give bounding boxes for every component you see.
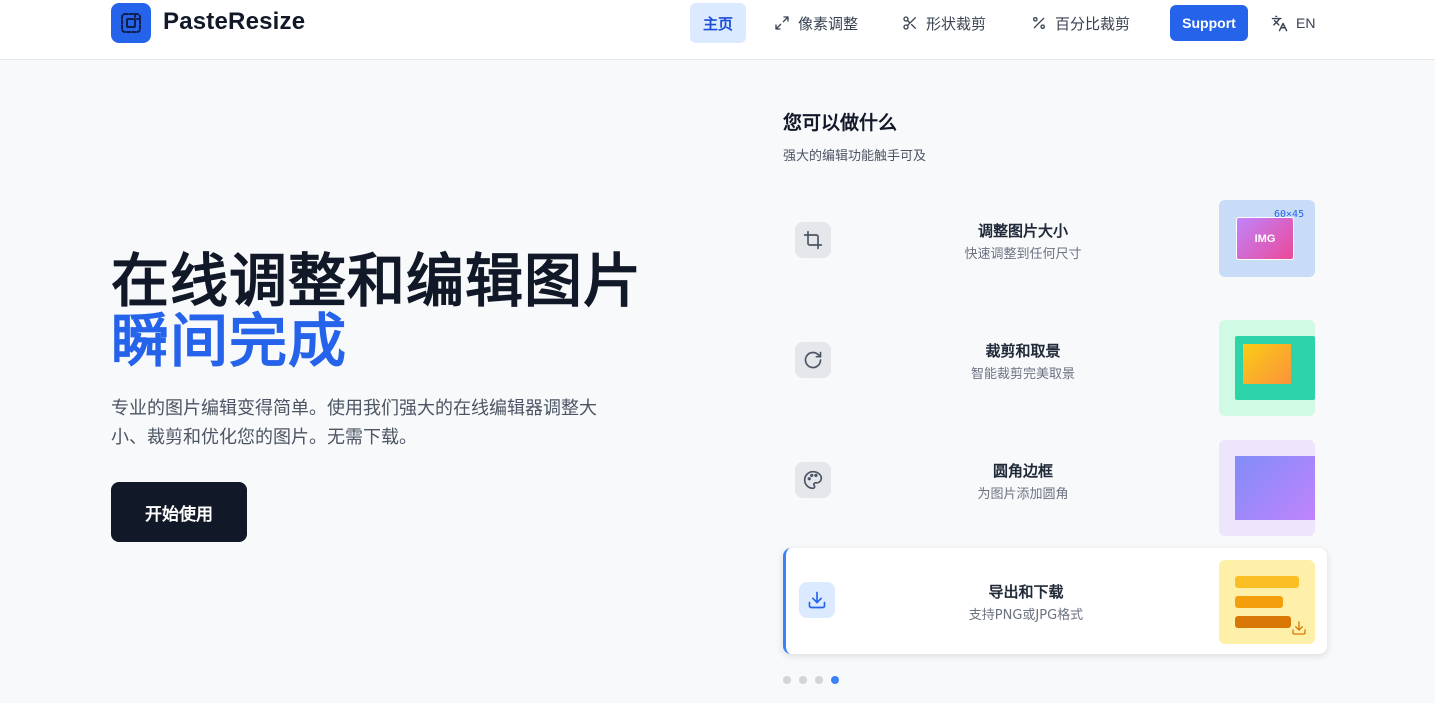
nav-shape-crop[interactable]: 形状裁剪 xyxy=(902,3,986,43)
nav-shape-crop-label: 形状裁剪 xyxy=(926,14,987,33)
feature-title: 调整图片大小 xyxy=(977,222,1068,240)
percent-icon xyxy=(1033,17,1045,29)
feature-desc: 快速调整到任何尺寸 xyxy=(964,247,1082,262)
feature-desc: 智能裁剪完美取景 xyxy=(970,367,1075,382)
feature-title: 导出和下载 xyxy=(988,583,1064,601)
rotate-icon xyxy=(795,342,831,378)
scissors-icon xyxy=(903,16,916,30)
top-header: PasteResize 主页 像素调整 形状裁剪 百分比裁剪 Support E… xyxy=(0,0,1435,60)
nav-percent-crop[interactable]: 百分比裁剪 xyxy=(1031,3,1130,43)
nav-percent-crop-label: 百分比裁剪 xyxy=(1055,14,1131,33)
export-bar xyxy=(1235,576,1299,588)
feature-title: 裁剪和取景 xyxy=(985,342,1061,360)
nav-pixel-resize-label: 像素调整 xyxy=(798,14,859,33)
feature-desc: 支持PNG或JPG格式 xyxy=(968,608,1084,623)
expand-icon xyxy=(775,16,789,30)
export-bar xyxy=(1235,596,1283,608)
hero-description: 专业的图片编辑变得简单。使用我们强大的在线编辑器调整大小、裁剪和优化您的图片。无… xyxy=(111,398,597,448)
features-subtitle: 强大的编辑功能触手可及 xyxy=(783,149,927,164)
feature-card-resize[interactable]: 调整图片大小 快速调整到任何尺寸 IMG 60×45 xyxy=(783,200,1327,306)
carousel-dot[interactable] xyxy=(799,676,807,684)
get-started-button[interactable]: 开始使用 xyxy=(111,482,247,542)
feature-title: 圆角边框 xyxy=(992,462,1053,480)
export-thumbnail xyxy=(1219,560,1315,644)
download-icon xyxy=(799,582,835,618)
carousel-dots xyxy=(783,676,839,684)
export-bar xyxy=(1235,616,1291,628)
crop-icon xyxy=(795,222,831,258)
language-label: EN xyxy=(1296,15,1316,31)
feature-card-rounded[interactable]: 圆角边框 为图片添加圆角 xyxy=(783,440,1327,546)
hero-title-line2: 瞬间完成 xyxy=(111,307,348,375)
thumb-img-label: IMG xyxy=(1236,217,1294,260)
feature-desc: 为图片添加圆角 xyxy=(977,487,1069,502)
carousel-dot-active[interactable] xyxy=(831,676,839,684)
support-button[interactable]: Support xyxy=(1170,5,1248,41)
language-switcher[interactable]: EN xyxy=(1271,3,1315,43)
thumb-size-label: 60×45 xyxy=(1274,209,1305,220)
palette-icon xyxy=(795,462,831,498)
feature-card-crop[interactable]: 裁剪和取景 智能裁剪完美取景 xyxy=(783,320,1327,426)
small-download-icon xyxy=(1292,621,1306,635)
crop-thumbnail xyxy=(1219,320,1315,416)
features-title: 您可以做什么 xyxy=(783,112,898,134)
feature-card-export[interactable]: 导出和下载 支持PNG或JPG格式 xyxy=(783,548,1327,654)
rounded-thumbnail xyxy=(1219,440,1315,536)
carousel-dot[interactable] xyxy=(783,676,791,684)
rounded-sample xyxy=(1235,456,1315,520)
nav-pixel-resize[interactable]: 像素调整 xyxy=(774,3,858,43)
translate-icon xyxy=(1271,15,1288,31)
resize-thumbnail: IMG 60×45 xyxy=(1219,200,1315,277)
crop-selection xyxy=(1243,344,1291,384)
carousel-dot[interactable] xyxy=(815,676,823,684)
nav-home[interactable]: 主页 xyxy=(690,3,746,43)
logo-icon[interactable] xyxy=(111,3,151,43)
brand-name[interactable]: PasteResize xyxy=(163,8,305,36)
